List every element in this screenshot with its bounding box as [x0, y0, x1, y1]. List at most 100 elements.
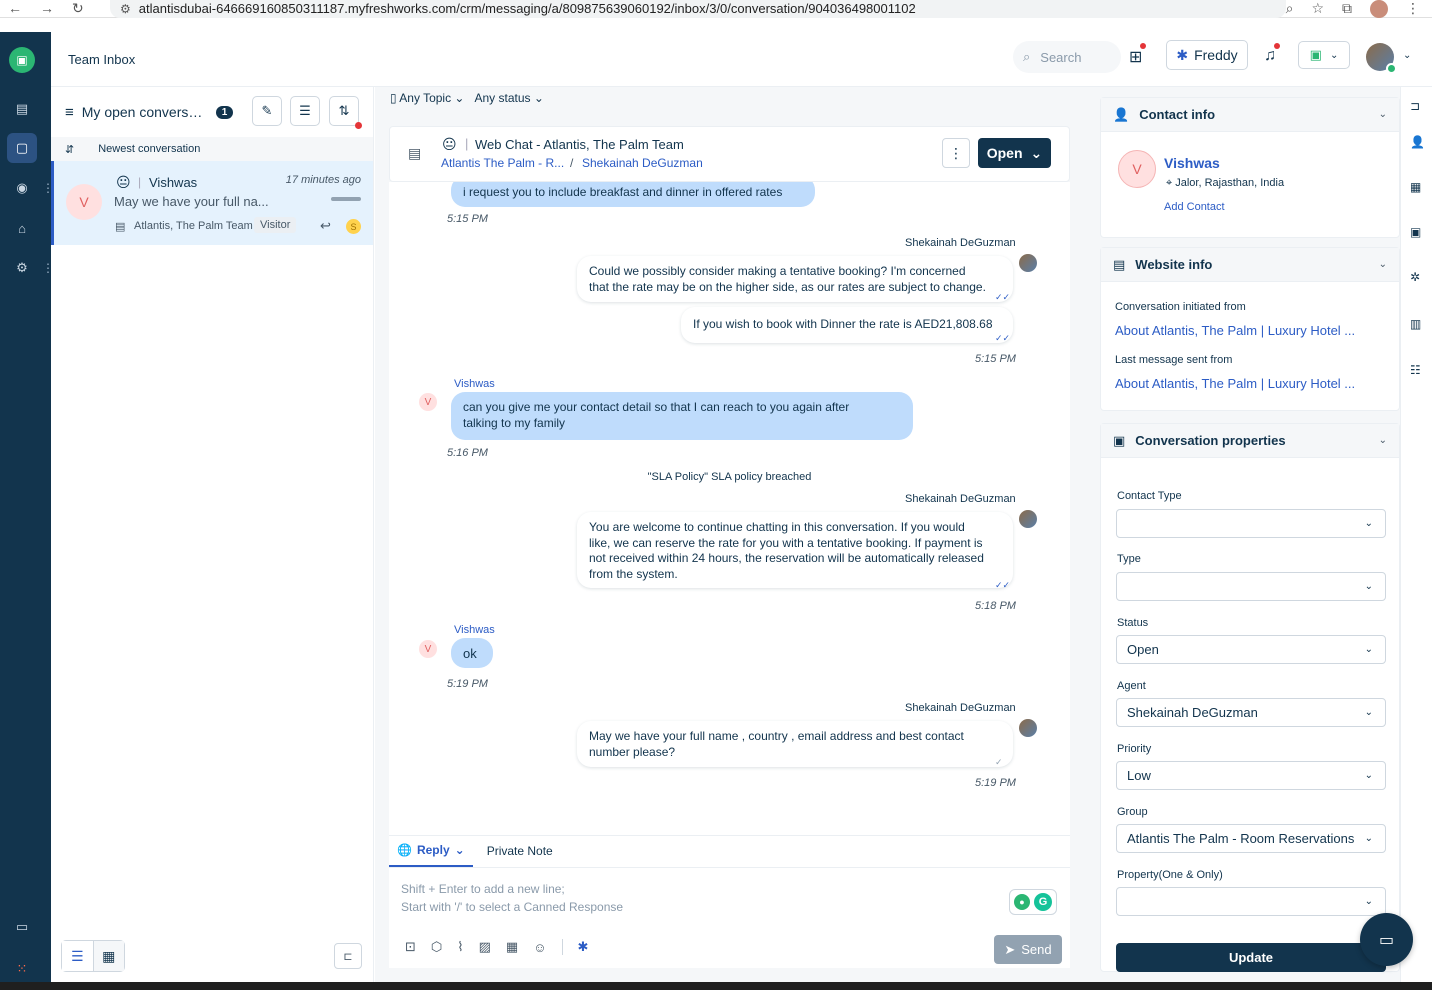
app-logo-icon[interactable]: ▣ [9, 47, 35, 73]
dashboard-icon[interactable]: ▤ [7, 94, 37, 124]
timeline-icon[interactable]: ▥ [1410, 317, 1421, 331]
add-contact-link[interactable]: Add Contact [1164, 201, 1225, 213]
note-tab-label: Private Note [486, 844, 553, 858]
conversations-icon[interactable]: ▢ [7, 133, 37, 163]
status-filter[interactable]: Any status ⌄ [474, 91, 543, 105]
status-select[interactable]: Open ⌄ [1116, 635, 1386, 664]
top-header: Team Inbox ⌕ Search ⊞ ✱ Freddy ♫ ▣ ⌄ ⌄ [51, 32, 1432, 87]
group-breadcrumb[interactable]: Atlantis The Palm - R... [441, 156, 564, 170]
agent-message: May we have your full name , country , e… [577, 721, 1013, 767]
freddy-label: Freddy [1194, 47, 1238, 63]
sort-row[interactable]: ⇵ Newest conversation [51, 137, 373, 161]
composer-placeholder[interactable]: Start with '/' to select a Canned Respon… [401, 900, 623, 914]
bots-icon[interactable]: ⌂ [7, 213, 37, 243]
extensions-icon[interactable]: ⧉ [1342, 0, 1352, 17]
taskbar-strip [0, 982, 1432, 990]
url-text: atlantisdubai-646669160850311187.myfresh… [138, 1, 916, 16]
expand-panel-icon[interactable]: ⊐ [1410, 99, 1420, 113]
site-info-icon[interactable]: ⚙ [120, 2, 131, 16]
details-icon[interactable]: ▤ [408, 145, 421, 162]
bell-icon[interactable]: ♫ [1264, 43, 1280, 65]
browser-profile-avatar[interactable] [1370, 0, 1388, 18]
type-select[interactable]: ⌄ [1116, 572, 1386, 601]
writing-assistants[interactable]: ● G [1009, 889, 1057, 915]
integration-icon[interactable]: ✲ [1410, 270, 1420, 284]
view-name[interactable]: My open conversatio... [82, 104, 210, 120]
apps-grid-icon[interactable]: ⁙ [7, 954, 37, 984]
send-button[interactable]: ➤ Send [994, 935, 1062, 964]
property-select[interactable]: ⌄ [1116, 887, 1386, 916]
tab-reply[interactable]: 🌐 Reply ⌄ [389, 835, 473, 867]
calendar-icon[interactable]: ▦ [1410, 180, 1421, 194]
calendar-icon[interactable]: ▦ [506, 939, 518, 955]
forward-icon[interactable]: → [40, 0, 54, 17]
solution-article-icon[interactable]: ⬡ [431, 939, 442, 955]
select-value: Open [1127, 642, 1159, 657]
contact-info-header[interactable]: 👤 Contact info ⌄ [1101, 98, 1399, 132]
team-name: Atlantis, The Palm Team [134, 220, 253, 232]
compose-button[interactable]: ✎ [252, 96, 282, 126]
agent-breadcrumb[interactable]: Shekainah DeGuzman [582, 156, 703, 170]
chevron-down-icon: ⌄ [1364, 833, 1373, 844]
assistant-icon[interactable]: ● [1014, 894, 1030, 910]
browser-menu-icon[interactable]: ⋮ [1406, 0, 1420, 17]
reload-icon[interactable]: ↻ [72, 0, 84, 17]
properties-header[interactable]: ▣ Conversation properties ⌄ [1101, 424, 1399, 458]
star-icon[interactable]: ☆ [1311, 0, 1324, 17]
breadcrumb-separator: / [570, 156, 574, 170]
grammarly-icon[interactable]: G [1034, 893, 1052, 911]
canned-response-icon[interactable]: ⊡ [405, 939, 416, 955]
separator: | [465, 136, 469, 151]
tab-private-note[interactable]: Private Note [479, 835, 561, 867]
emoji-icon[interactable]: ☺ [533, 940, 546, 955]
priority-select[interactable]: Low ⌄ [1116, 761, 1386, 790]
image-icon[interactable]: ▨ [479, 939, 491, 955]
contact-avatar: V [66, 184, 102, 220]
customer-message: ok [451, 638, 493, 668]
back-icon[interactable]: ← [8, 0, 22, 17]
sliders-icon[interactable]: ☷ [1410, 363, 1421, 377]
address-bar[interactable]: ⚙ atlantisdubai-646669160850311187.myfre… [110, 0, 1286, 18]
global-search[interactable]: ⌕ Search [1013, 41, 1121, 73]
website-info-header[interactable]: ▤ Website info ⌄ [1101, 248, 1399, 282]
conversation-time: 17 minutes ago [285, 174, 361, 186]
support-chat-button[interactable]: ▭ [1360, 913, 1413, 966]
contact-type-select[interactable]: ⌄ [1116, 509, 1386, 538]
gift-icon[interactable]: ⊞ [1129, 43, 1147, 67]
topic-filter[interactable]: ▯ Any Topic ⌄ [390, 91, 464, 105]
priority-label: Priority [1117, 743, 1152, 755]
chevron-down-icon[interactable]: ⌄ [1403, 50, 1411, 61]
location-pin-icon: ⌖ [1166, 177, 1176, 189]
id-card-icon[interactable]: ▣ [1410, 225, 1421, 239]
group-select[interactable]: Atlantis The Palm - Room Reservations ⌄ [1116, 824, 1386, 853]
availability-dropdown[interactable]: ▣ ⌄ [1298, 41, 1350, 69]
menu-icon[interactable]: ≡ [65, 104, 74, 121]
chevron-down-icon: ⌄ [1364, 644, 1373, 655]
table-view-icon[interactable]: ▦ [93, 941, 124, 971]
attachment-icon[interactable]: ⌇ [457, 939, 463, 955]
message-line: from the system. [589, 566, 678, 581]
freddy-button[interactable]: ✱ Freddy [1166, 40, 1248, 70]
agent-select[interactable]: Shekainah DeGuzman ⌄ [1116, 698, 1386, 727]
list-view-icon[interactable]: ☰ [62, 941, 94, 971]
initiated-page-link[interactable]: About Atlantis, The Palm | Luxury Hotel … [1115, 323, 1385, 338]
composer-placeholder[interactable]: Shift + Enter to add a new line; [401, 882, 565, 896]
last-message-page-link[interactable]: About Atlantis, The Palm | Luxury Hotel … [1115, 376, 1385, 391]
conversation-list-item[interactable]: V 😐 | Vishwas 17 minutes ago May we have… [51, 161, 373, 245]
message-line: number please? [589, 744, 676, 759]
user-avatar[interactable] [1366, 43, 1397, 74]
freddy-ai-icon[interactable]: ✱ [578, 939, 589, 955]
message-line: like, we can reserve the rate for you wi… [589, 535, 983, 550]
collapse-panel-icon[interactable]: ⊏ [334, 943, 362, 969]
update-button[interactable]: Update [1116, 943, 1386, 972]
sort-button[interactable]: ⇅ [329, 96, 362, 129]
billing-icon[interactable]: ▭ [7, 912, 37, 942]
contacts-icon[interactable]: ◉ [7, 173, 37, 203]
settings-gear-icon[interactable]: ⚙ [7, 253, 37, 283]
more-options-button[interactable]: ⋮ [942, 138, 970, 168]
filter-button[interactable]: ☰ [290, 96, 320, 126]
status-open-button[interactable]: Open ⌄ [978, 138, 1051, 168]
zoom-icon[interactable]: ⌕ [1286, 0, 1294, 17]
contact-name-link[interactable]: Vishwas [1164, 155, 1220, 171]
contact-details-icon[interactable]: 👤 [1410, 135, 1425, 149]
